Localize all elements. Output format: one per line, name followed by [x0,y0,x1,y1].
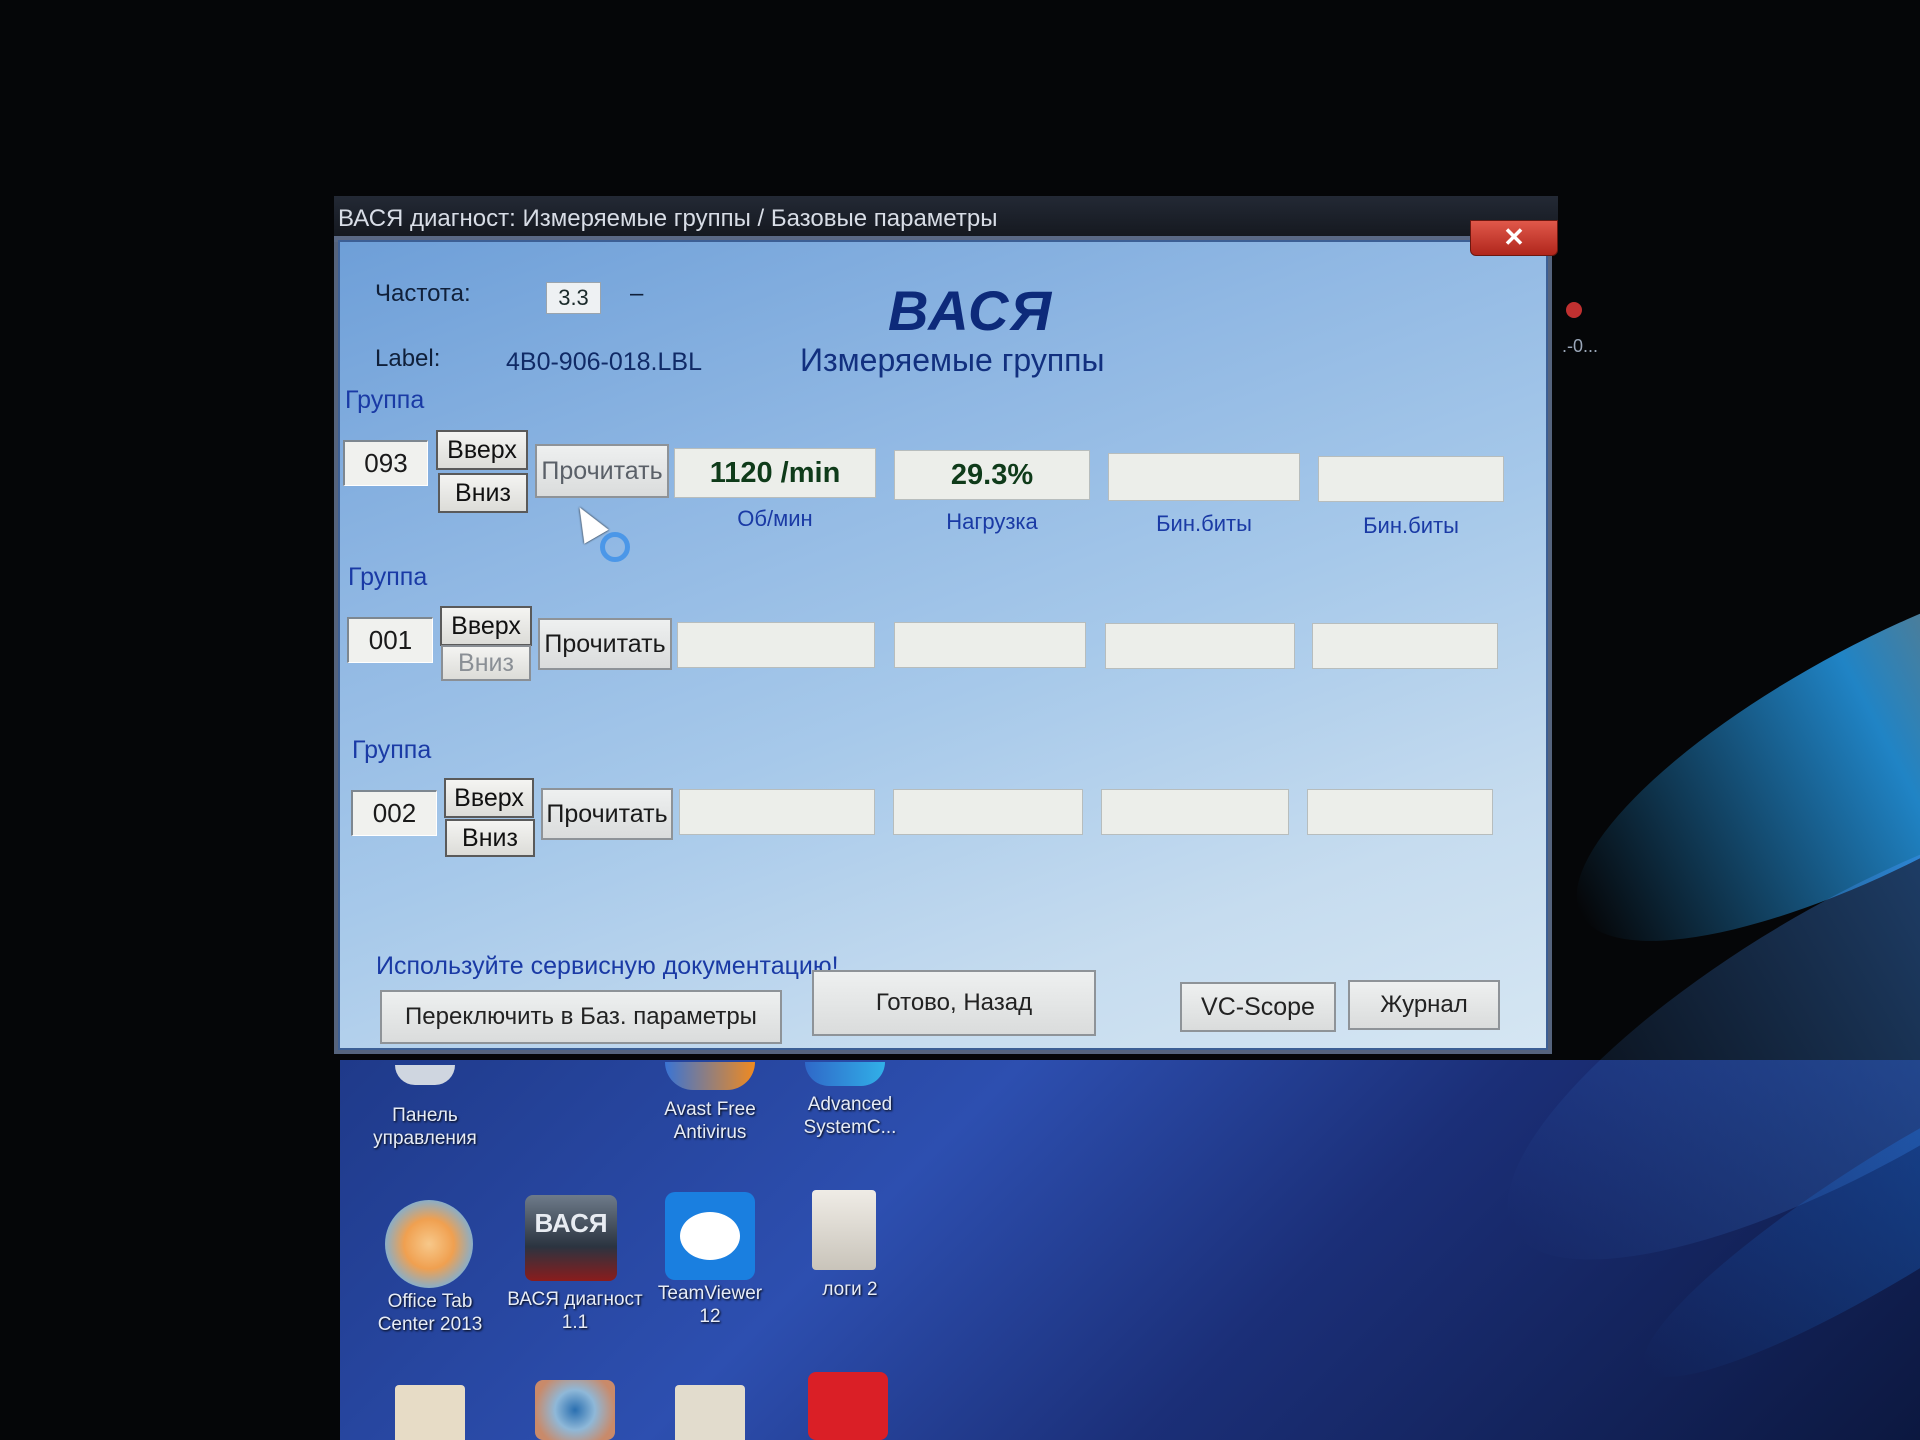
side-status-text: .-0... [1562,336,1599,356]
value-field [1105,623,1295,669]
value-field [1307,789,1493,835]
value-field [1101,789,1289,835]
value-field [677,622,875,668]
vc-scope-button[interactable]: VC-Scope [1180,982,1336,1032]
unit-label-load: Нагрузка [946,509,1038,534]
frequency-label: Частота: [375,280,471,307]
group-number-input[interactable]: 002 [351,790,437,836]
value-field [893,789,1083,835]
avast-icon [665,1062,755,1090]
close-window-button[interactable]: ✕ [1470,220,1558,256]
done-back-button[interactable]: Готово, Назад [812,970,1096,1036]
group-read-button[interactable]: Прочитать [538,618,672,670]
busy-spinner-icon [600,532,630,562]
group-read-button[interactable]: Прочитать [541,788,673,840]
frequency-dash: – [630,280,644,307]
vasya-brand-logo: ВАСЯ [888,279,1054,342]
group-down-button[interactable]: Вниз [441,645,531,681]
advanced-systemcare-icon [805,1062,885,1086]
desktop-icon-label: Office Tab Center 2013 [377,1291,483,1335]
tray-notification-icon [1566,302,1582,318]
value-field-rpm: 1120 /min [674,448,876,498]
group-heading: Группа [345,386,425,414]
vasya-app-icon: ВАСЯ [525,1195,617,1281]
group-down-button[interactable]: Вниз [438,473,528,513]
folder-icon [812,1190,876,1270]
unit-label-bits: Бин.биты [1156,511,1252,536]
teamviewer-arrow-icon [680,1212,740,1260]
group-up-button[interactable]: Вверх [444,778,534,818]
group-read-button[interactable]: Прочитать [535,444,669,498]
desktop-icon-label: Avast Free Antivirus [664,1099,756,1143]
desktop-icon-label: логи 2 [822,1279,878,1300]
label-label: Label: [375,345,441,372]
group-down-button[interactable]: Вниз [445,819,535,857]
unit-label-bits: Бин.биты [1363,513,1459,538]
switch-basic-params-button[interactable]: Переключить в Баз. параметры [380,990,782,1044]
group-number-input[interactable]: 093 [343,440,428,486]
unit-label-rpm: Об/мин [737,506,813,531]
label-file: 4B0-906-018.LBL [506,348,702,376]
service-doc-hint: Используйте сервисную документацию! [376,952,839,980]
group-heading: Группа [348,563,428,591]
frequency-value: 3.3 [546,282,601,314]
desktop-icon-label: ВАСЯ диагност 1.1 [507,1289,643,1333]
eye-icon[interactable] [535,1380,615,1440]
group-up-button[interactable]: Вверх [440,606,532,646]
value-field [1312,623,1498,669]
journal-button[interactable]: Журнал [1348,980,1500,1030]
desktop-icon-label: Панель управления [373,1105,477,1149]
file-icon[interactable] [395,1385,465,1440]
value-field-load: 29.3% [894,450,1090,500]
group-up-button[interactable]: Вверх [436,430,528,470]
page-title: Измеряемые группы [800,342,1105,378]
office-tab-icon [385,1200,473,1288]
value-field-bits [1318,456,1504,502]
value-field-bits [1108,453,1300,501]
desktop-icon-label: Advanced SystemC... [803,1094,897,1138]
value-field [679,789,875,835]
creative-cloud-icon[interactable] [808,1372,888,1440]
value-field [894,622,1086,668]
group-heading: Группа [352,736,432,764]
group-number-input[interactable]: 001 [347,617,433,663]
document-icon[interactable] [675,1385,745,1440]
desktop-icon-label: TeamViewer 12 [657,1283,763,1327]
window-title-bar[interactable]: ВАСЯ диагност: Измеряемые группы / Базов… [334,196,1558,242]
